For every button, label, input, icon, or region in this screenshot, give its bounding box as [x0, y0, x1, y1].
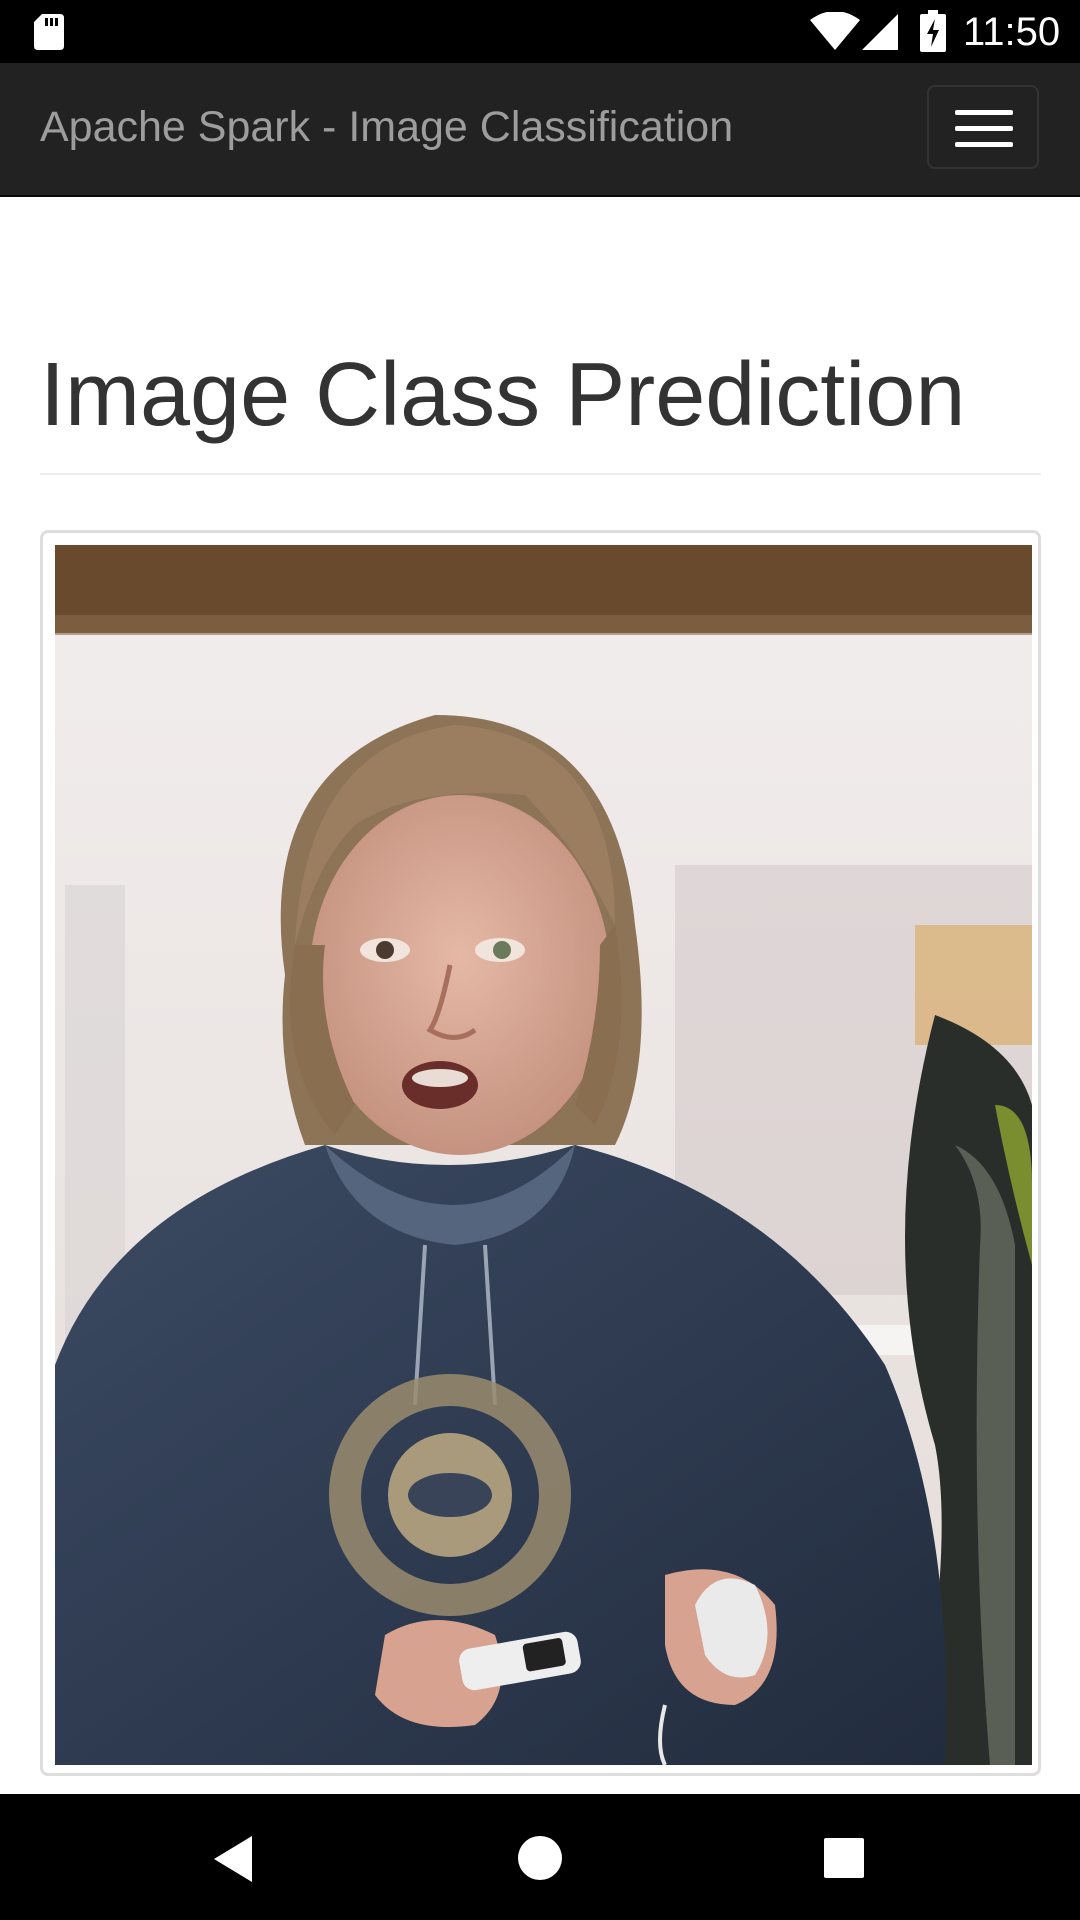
home-icon[interactable] [515, 1833, 565, 1883]
wifi-icon [810, 12, 860, 50]
photo-illustration [55, 545, 1032, 1765]
title-divider [40, 473, 1041, 475]
status-bar: 11:50 [0, 0, 1080, 63]
menu-toggle-button[interactable] [927, 85, 1039, 169]
image-thumbnail [40, 530, 1041, 1776]
battery-charging-icon [920, 10, 946, 52]
back-icon[interactable] [210, 1834, 260, 1884]
status-time: 11:50 [963, 10, 1061, 54]
signal-icon [862, 14, 898, 50]
recents-icon[interactable] [822, 1836, 866, 1880]
page-title: Image Class Prediction [40, 345, 966, 445]
system-navigation-bar [0, 1794, 1080, 1920]
navbar: Apache Spark - Image Classification [0, 63, 1080, 197]
navbar-brand[interactable]: Apache Spark - Image Classification [40, 101, 733, 153]
prediction-image [55, 545, 1032, 1765]
sd-card-icon [34, 14, 64, 50]
